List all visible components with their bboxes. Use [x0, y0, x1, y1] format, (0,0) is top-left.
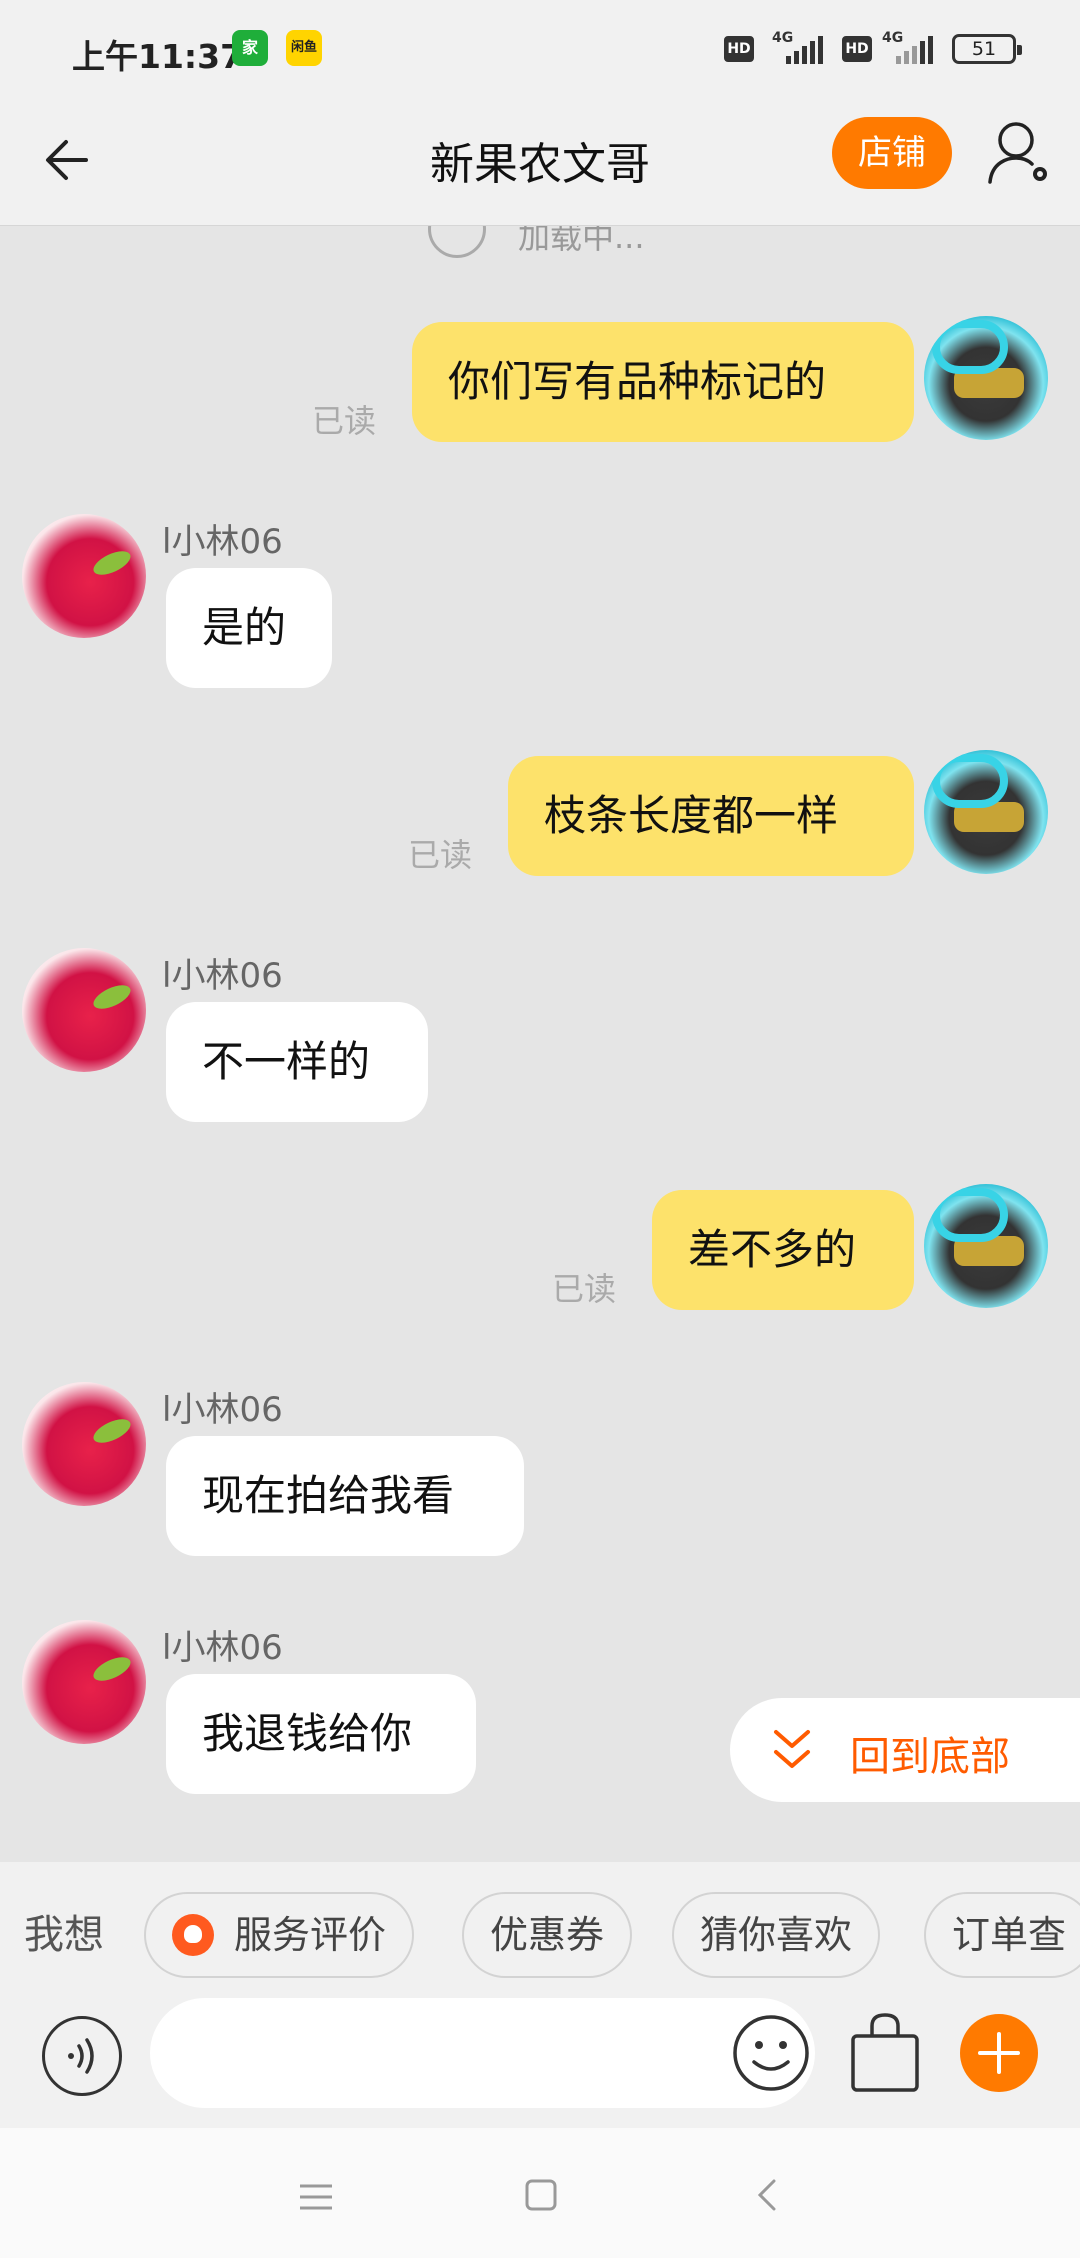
status-bar: 上午11:37 家 闲鱼 HD 4G HD 4G 51 [0, 0, 1080, 100]
chip-coupon[interactable]: 优惠券 [462, 1892, 633, 1978]
voice-input-icon[interactable] [42, 2016, 122, 2096]
shop-button[interactable]: 店铺 [832, 117, 952, 189]
loading-spinner-icon [428, 226, 486, 258]
chip-label: 服务评价 [234, 1913, 387, 1957]
hd-icon: HD [842, 36, 872, 62]
chip-label: 优惠券 [490, 1913, 605, 1957]
plus-icon[interactable] [960, 2014, 1038, 2092]
signal-icon [896, 36, 936, 64]
shopping-bag-icon[interactable] [848, 2010, 922, 2094]
contact-message-bubble[interactable]: 现在拍给我看 [166, 1436, 524, 1556]
signal-icon [786, 36, 826, 64]
contact-name: l小林06 [162, 1628, 283, 1668]
back-icon[interactable] [752, 2178, 782, 2216]
contact-name: l小林06 [162, 956, 283, 996]
system-nav-bar [0, 2128, 1080, 2258]
double-chevron-down-icon [770, 1724, 814, 1778]
quick-bar-label: 我想 [24, 1912, 104, 1958]
contact-avatar[interactable] [22, 1620, 146, 1744]
chat-header: 新果农文哥 店铺 [0, 100, 1080, 226]
contact-name: l小林06 [162, 1390, 283, 1430]
contact-message-bubble[interactable]: 不一样的 [166, 1002, 428, 1122]
message-input[interactable] [150, 1998, 815, 2108]
read-receipt: 已读 [552, 1270, 617, 1308]
my-message-bubble[interactable]: 差不多的 [652, 1190, 914, 1310]
battery-icon: 51 [952, 34, 1022, 64]
read-receipt: 已读 [408, 836, 473, 874]
back-to-bottom-button[interactable]: 回到底部 [730, 1698, 1080, 1802]
contact-avatar[interactable] [22, 514, 146, 638]
message-input-bar [0, 1992, 1080, 2128]
contact-name: l小林06 [162, 522, 283, 562]
my-message-bubble[interactable]: 你们写有品种标记的 [412, 322, 914, 442]
chat-message-list[interactable]: 加载中... 你们写有品种标记的 已读 l小林06 是的 枝条长度都一样 已读 … [0, 226, 1080, 1862]
status-time: 上午11:37 [72, 37, 244, 76]
xianyu-notification-icon: 闲鱼 [286, 30, 322, 66]
user-settings-icon[interactable] [984, 118, 1054, 188]
read-receipt: 已读 [312, 402, 377, 440]
chip-order-query[interactable]: 订单查 [924, 1892, 1080, 1978]
chip-label: 订单查 [952, 1913, 1067, 1957]
chip-service-review[interactable]: 服务评价 [144, 1892, 415, 1978]
contact-message-bubble[interactable]: 我退钱给你 [166, 1674, 476, 1794]
hd-icon: HD [724, 36, 754, 62]
emoji-icon[interactable] [730, 2012, 812, 2094]
contact-avatar[interactable] [22, 1382, 146, 1506]
contact-message-bubble[interactable]: 是的 [166, 568, 332, 688]
my-message-bubble[interactable]: 枝条长度都一样 [508, 756, 914, 876]
my-avatar[interactable] [924, 316, 1048, 440]
flower-icon [172, 1913, 214, 1956]
quick-action-bar: 我想 服务评价 优惠券 猜你喜欢 订单查 [0, 1862, 1080, 1992]
contact-avatar[interactable] [22, 948, 146, 1072]
menu-icon[interactable] [298, 2182, 334, 2216]
loading-text: 加载中... [518, 226, 645, 256]
my-avatar[interactable] [924, 750, 1048, 874]
app-notification-icon: 家 [232, 30, 268, 66]
back-to-bottom-label: 回到底部 [850, 1734, 1010, 1780]
home-icon[interactable] [524, 2178, 558, 2216]
my-avatar[interactable] [924, 1184, 1048, 1308]
chip-label: 猜你喜欢 [700, 1913, 853, 1957]
chip-recommend[interactable]: 猜你喜欢 [672, 1892, 881, 1978]
